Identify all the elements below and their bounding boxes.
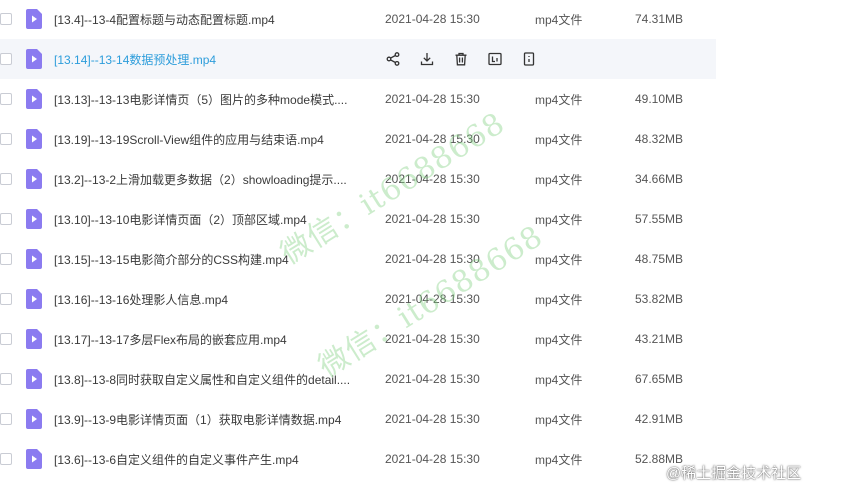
row-actions — [384, 39, 554, 79]
file-date: 2021-04-28 15:30 — [385, 132, 480, 146]
video-file-icon — [26, 129, 42, 149]
download-icon[interactable] — [418, 50, 436, 68]
file-row[interactable]: [13.13]--13-13电影详情页（5）图片的多种mode模式.... 20… — [0, 79, 841, 119]
file-name[interactable]: [13.19]--13-19Scroll-View组件的应用与结束语.mp4 — [54, 131, 364, 148]
file-row[interactable]: [13.4]--13-4配置标题与动态配置标题.mp4 2021-04-28 1… — [0, 0, 841, 39]
file-size: 57.55MB — [635, 212, 684, 226]
file-name[interactable]: [13.15]--13-15电影简介部分的CSS构建.mp4 — [54, 251, 364, 268]
file-date: 2021-04-28 15:30 — [385, 452, 480, 466]
file-size: 43.21MB — [635, 332, 684, 346]
file-name[interactable]: [13.4]--13-4配置标题与动态配置标题.mp4 — [54, 11, 364, 28]
row-checkbox[interactable] — [0, 173, 12, 185]
file-date: 2021-04-28 15:30 — [385, 92, 480, 106]
file-date: 2021-04-28 15:30 — [385, 212, 480, 226]
file-size: 34.66MB — [635, 172, 684, 186]
row-checkbox[interactable] — [0, 133, 12, 145]
file-size: 42.91MB — [635, 412, 684, 426]
file-date: 2021-04-28 15:30 — [385, 252, 480, 266]
file-type: mp4文件 — [535, 452, 583, 467]
video-file-icon — [26, 329, 42, 349]
file-date: 2021-04-28 15:30 — [385, 372, 480, 386]
file-type: mp4文件 — [535, 92, 583, 107]
file-list: [13.4]--13-4配置标题与动态配置标题.mp4 2021-04-28 1… — [0, 0, 841, 479]
file-name[interactable]: [13.9]--13-9电影详情页面（1）获取电影详情数据.mp4 — [54, 411, 364, 428]
file-type: mp4文件 — [535, 292, 583, 307]
row-checkbox[interactable] — [0, 13, 12, 25]
file-date: 2021-04-28 15:30 — [385, 292, 480, 306]
row-checkbox[interactable] — [0, 333, 12, 345]
file-size: 48.32MB — [635, 132, 684, 146]
row-checkbox[interactable] — [0, 373, 12, 385]
file-name[interactable]: [13.6]--13-6自定义组件的自定义事件产生.mp4 — [54, 451, 364, 468]
video-file-icon — [26, 49, 42, 69]
video-file-icon — [26, 409, 42, 429]
video-file-icon — [26, 169, 42, 189]
file-type: mp4文件 — [535, 12, 583, 27]
file-name[interactable]: [13.16]--13-16处理影人信息.mp4 — [54, 291, 364, 308]
file-name[interactable]: [13.13]--13-13电影详情页（5）图片的多种mode模式.... — [54, 91, 364, 108]
file-row[interactable]: [13.9]--13-9电影详情页面（1）获取电影详情数据.mp4 2021-0… — [0, 399, 841, 439]
video-file-icon — [26, 369, 42, 389]
row-checkbox[interactable] — [0, 213, 12, 225]
file-row[interactable]: [13.2]--13-2上滑加载更多数据（2）showloading提示....… — [0, 159, 841, 199]
more-icon[interactable] — [520, 50, 538, 68]
file-date: 2021-04-28 15:30 — [385, 172, 480, 186]
share-icon[interactable] — [384, 50, 402, 68]
file-date: 2021-04-28 15:30 — [385, 412, 480, 426]
file-date: 2021-04-28 15:30 — [385, 12, 480, 26]
video-file-icon — [26, 249, 42, 269]
video-file-icon — [26, 289, 42, 309]
source-badge: @稀土掘金技术社区 — [666, 465, 802, 482]
row-checkbox[interactable] — [0, 93, 12, 105]
file-name[interactable]: [13.8]--13-8同时获取自定义属性和自定义组件的detail.... — [54, 371, 364, 388]
video-file-icon — [26, 209, 42, 229]
file-row[interactable]: [13.19]--13-19Scroll-View组件的应用与结束语.mp4 2… — [0, 119, 841, 159]
file-size: 67.65MB — [635, 372, 684, 386]
video-file-icon — [26, 9, 42, 29]
row-checkbox[interactable] — [0, 53, 12, 65]
file-size: 48.75MB — [635, 252, 684, 266]
file-size: 49.10MB — [635, 92, 684, 106]
file-size: 53.82MB — [635, 292, 684, 306]
file-type: mp4文件 — [535, 332, 583, 347]
video-file-icon — [26, 449, 42, 469]
rename-icon[interactable] — [486, 50, 504, 68]
file-type: mp4文件 — [535, 212, 583, 227]
file-row-hovered[interactable]: [13.14]--13-14数据预处理.mp4 — [0, 39, 716, 79]
file-row[interactable]: [13.8]--13-8同时获取自定义属性和自定义组件的detail.... 2… — [0, 359, 841, 399]
file-type: mp4文件 — [535, 372, 583, 387]
file-row[interactable]: [13.15]--13-15电影简介部分的CSS构建.mp4 2021-04-2… — [0, 239, 841, 279]
delete-icon[interactable] — [452, 50, 470, 68]
row-checkbox[interactable] — [0, 413, 12, 425]
file-size: 74.31MB — [635, 12, 684, 26]
file-date: 2021-04-28 15:30 — [385, 332, 480, 346]
file-name[interactable]: [13.14]--13-14数据预处理.mp4 — [54, 51, 364, 68]
file-row[interactable]: [13.16]--13-16处理影人信息.mp4 2021-04-28 15:3… — [0, 279, 841, 319]
file-row[interactable]: [13.17]--13-17多层Flex布局的嵌套应用.mp4 2021-04-… — [0, 319, 841, 359]
row-checkbox[interactable] — [0, 453, 12, 465]
file-name[interactable]: [13.10]--13-10电影详情页面（2）顶部区域.mp4 — [54, 211, 364, 228]
file-type: mp4文件 — [535, 252, 583, 267]
file-type: mp4文件 — [535, 132, 583, 147]
file-type: mp4文件 — [535, 172, 583, 187]
row-checkbox[interactable] — [0, 293, 12, 305]
file-type: mp4文件 — [535, 412, 583, 427]
file-name[interactable]: [13.17]--13-17多层Flex布局的嵌套应用.mp4 — [54, 331, 364, 348]
row-checkbox[interactable] — [0, 253, 12, 265]
video-file-icon — [26, 89, 42, 109]
file-name[interactable]: [13.2]--13-2上滑加载更多数据（2）showloading提示.... — [54, 171, 364, 188]
file-row[interactable]: [13.10]--13-10电影详情页面（2）顶部区域.mp4 2021-04-… — [0, 199, 841, 239]
